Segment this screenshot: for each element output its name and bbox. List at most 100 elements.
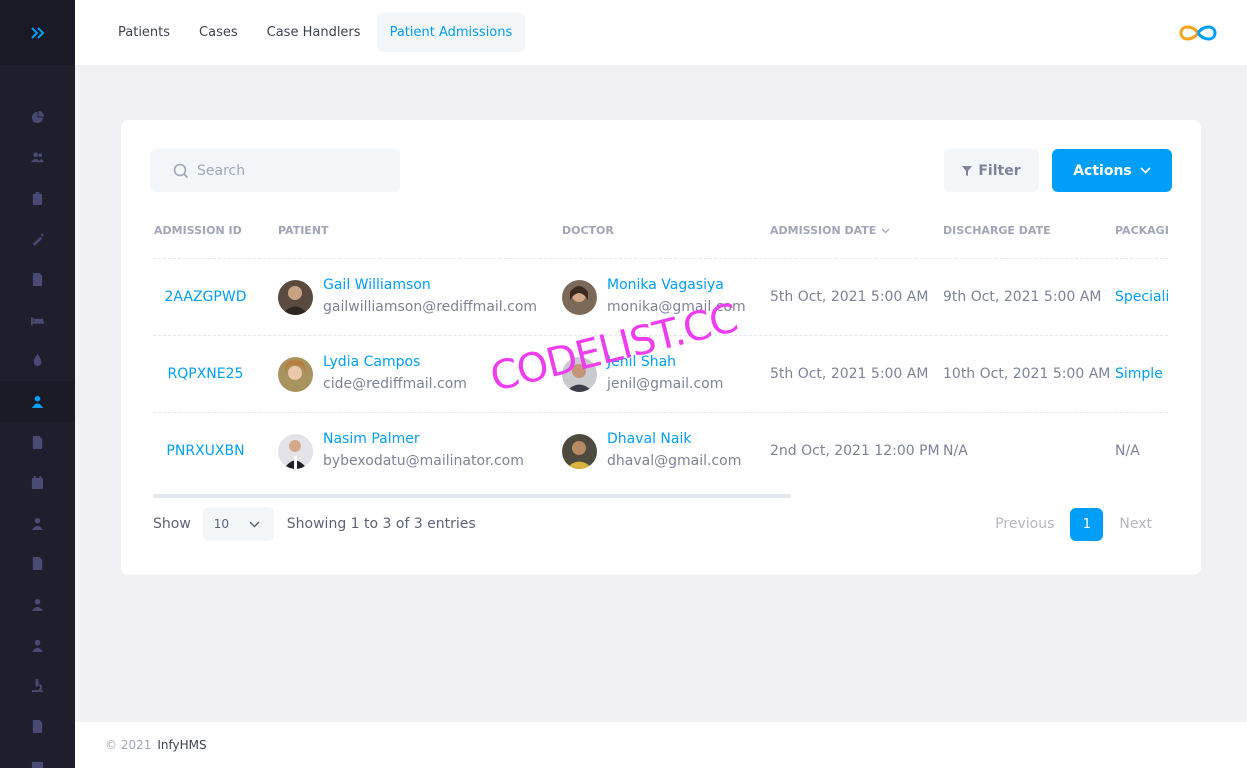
- package-value: N/A: [1115, 443, 1140, 459]
- tab-case-handlers[interactable]: Case Handlers: [254, 13, 374, 52]
- patient-name-link[interactable]: Gail Williamson: [323, 275, 537, 295]
- patient-name-link[interactable]: Lydia Campos: [323, 352, 467, 372]
- sidebar-item-clipboard[interactable]: [0, 178, 75, 219]
- avatar: [562, 279, 597, 315]
- sort-chevron-down-icon: [881, 228, 890, 233]
- next-page-button[interactable]: Next: [1103, 516, 1168, 532]
- table-footer: Show 10 Showing 1 to 3 of 3 entries Prev…: [153, 507, 1168, 541]
- avatar: [562, 433, 597, 469]
- copyright-text: © 2021: [105, 738, 152, 752]
- admission-id-link[interactable]: PNRXUXBN: [153, 413, 258, 489]
- sidebar-toggle[interactable]: [0, 0, 75, 65]
- sidebar-item-doctors[interactable]: [0, 503, 75, 544]
- sidebar-menu: [0, 97, 75, 768]
- filter-icon: [962, 165, 973, 176]
- actions-button-label: Actions: [1073, 162, 1132, 179]
- sidebar-item-patients[interactable]: [0, 381, 75, 422]
- discharge-date: N/A: [943, 443, 968, 459]
- header-tabs: Patients Cases Case Handlers Patient Adm…: [105, 13, 528, 52]
- col-header-admission-id[interactable]: ADMISSION ID: [154, 224, 242, 237]
- sidebar-item-document[interactable]: [0, 259, 75, 300]
- search-placeholder: Search: [197, 162, 246, 179]
- sidebar-item-beds[interactable]: [0, 300, 75, 341]
- patient-icon: [31, 395, 44, 408]
- file-medical-icon: [32, 719, 43, 733]
- doctor-email: jenil@gmail.com: [607, 376, 724, 392]
- col-header-doctor[interactable]: DOCTOR: [562, 224, 614, 237]
- page-size-value: 10: [213, 517, 230, 531]
- sidebar-item-appointments[interactable]: [0, 462, 75, 503]
- avatar: [278, 433, 313, 469]
- sidebar-item-syringe[interactable]: [0, 219, 75, 260]
- admission-date: 2nd Oct, 2021 12:00 PM: [770, 443, 940, 459]
- sidebar-item-reports[interactable]: [0, 544, 75, 585]
- sidebar-item-files[interactable]: [0, 422, 75, 463]
- col-header-admission-date-label: ADMISSION DATE: [770, 224, 877, 237]
- sidebar: [0, 0, 75, 768]
- bed-icon: [31, 317, 44, 326]
- doctor-cell: Dhaval Naik dhaval@gmail.com: [562, 413, 741, 489]
- filter-button-label: Filter: [978, 162, 1021, 179]
- actions-button[interactable]: Actions: [1052, 149, 1172, 192]
- admission-id-link[interactable]: 2AAZGPWD: [153, 259, 258, 335]
- page-1-button[interactable]: 1: [1070, 507, 1104, 541]
- doctor-name-link[interactable]: Dhaval Naik: [607, 429, 741, 449]
- calendar-icon: [31, 476, 44, 490]
- sidebar-item-schedules[interactable]: [0, 747, 75, 768]
- admission-id-link[interactable]: RQPXNE25: [153, 336, 258, 412]
- sidebar-item-staff[interactable]: [0, 625, 75, 666]
- user-nurse-icon: [31, 598, 44, 611]
- patient-email: gailwilliamson@rediffmail.com: [323, 299, 538, 315]
- avatar: [278, 356, 313, 392]
- admission-date: 5th Oct, 2021 5:00 AM: [770, 366, 929, 382]
- admission-date: 5th Oct, 2021 5:00 AM: [770, 289, 929, 305]
- footer-brand-link[interactable]: InfyHMS: [157, 738, 206, 752]
- tab-patient-admissions[interactable]: Patient Admissions: [376, 13, 526, 52]
- sidebar-item-medical-records[interactable]: [0, 706, 75, 747]
- filter-button[interactable]: Filter: [944, 149, 1039, 192]
- col-header-discharge-date[interactable]: DISCHARGE DATE: [943, 224, 1051, 237]
- top-header: Patients Cases Case Handlers Patient Adm…: [75, 0, 1247, 65]
- patient-cell: Gail Williamson gailwilliamson@rediffmai…: [278, 259, 537, 335]
- sidebar-item-diagnosis[interactable]: [0, 665, 75, 706]
- tab-cases[interactable]: Cases: [186, 13, 251, 52]
- search-input[interactable]: Search: [150, 149, 400, 192]
- col-header-patient[interactable]: PATIENT: [278, 224, 329, 237]
- clipboard-icon: [32, 191, 43, 205]
- chevron-down-icon: [1140, 167, 1151, 174]
- sidebar-item-dashboard[interactable]: [0, 97, 75, 138]
- blood-drop-icon: [33, 354, 42, 367]
- patient-name-link[interactable]: Nasim Palmer: [323, 429, 524, 449]
- patient-email: cide@rediffmail.com: [323, 376, 467, 392]
- page-size-select[interactable]: 10: [202, 507, 274, 541]
- pagination: Previous 1 Next: [979, 507, 1168, 541]
- avatar: [278, 279, 313, 315]
- user-icon: [31, 639, 44, 652]
- previous-page-button[interactable]: Previous: [979, 516, 1070, 532]
- discharge-date: 10th Oct, 2021 5:00 AM: [943, 366, 1111, 382]
- users-icon: [31, 152, 44, 163]
- sidebar-item-blood-bank[interactable]: [0, 341, 75, 382]
- document-icon: [32, 273, 43, 287]
- chevron-down-icon: [249, 520, 260, 528]
- package-link[interactable]: Speciali: [1115, 259, 1168, 335]
- double-chevron-right-icon[interactable]: [30, 26, 46, 40]
- calendar-check-icon: [31, 762, 44, 768]
- infinity-logo-icon[interactable]: [1177, 22, 1219, 44]
- sidebar-item-users[interactable]: [0, 138, 75, 179]
- syringe-icon: [32, 232, 44, 246]
- patient-email: bybexodatu@mailinator.com: [323, 453, 524, 469]
- horizontal-scrollbar[interactable]: [153, 494, 791, 498]
- file-icon: [32, 435, 43, 449]
- col-header-package[interactable]: PACKAGE: [1115, 224, 1168, 237]
- patient-cell: Lydia Campos cide@rediffmail.com: [278, 336, 467, 412]
- app-logo[interactable]: [1177, 22, 1219, 48]
- package-link[interactable]: Simple I: [1115, 336, 1168, 412]
- patient-cell: Nasim Palmer bybexodatu@mailinator.com: [278, 413, 524, 489]
- sidebar-item-nurses[interactable]: [0, 584, 75, 625]
- showing-entries-text: Showing 1 to 3 of 3 entries: [286, 516, 476, 532]
- col-header-admission-date[interactable]: ADMISSION DATE: [770, 224, 890, 237]
- doctor-name-link[interactable]: Monika Vagasiya: [607, 275, 746, 295]
- tab-patients[interactable]: Patients: [105, 13, 183, 52]
- show-label: Show: [153, 516, 191, 532]
